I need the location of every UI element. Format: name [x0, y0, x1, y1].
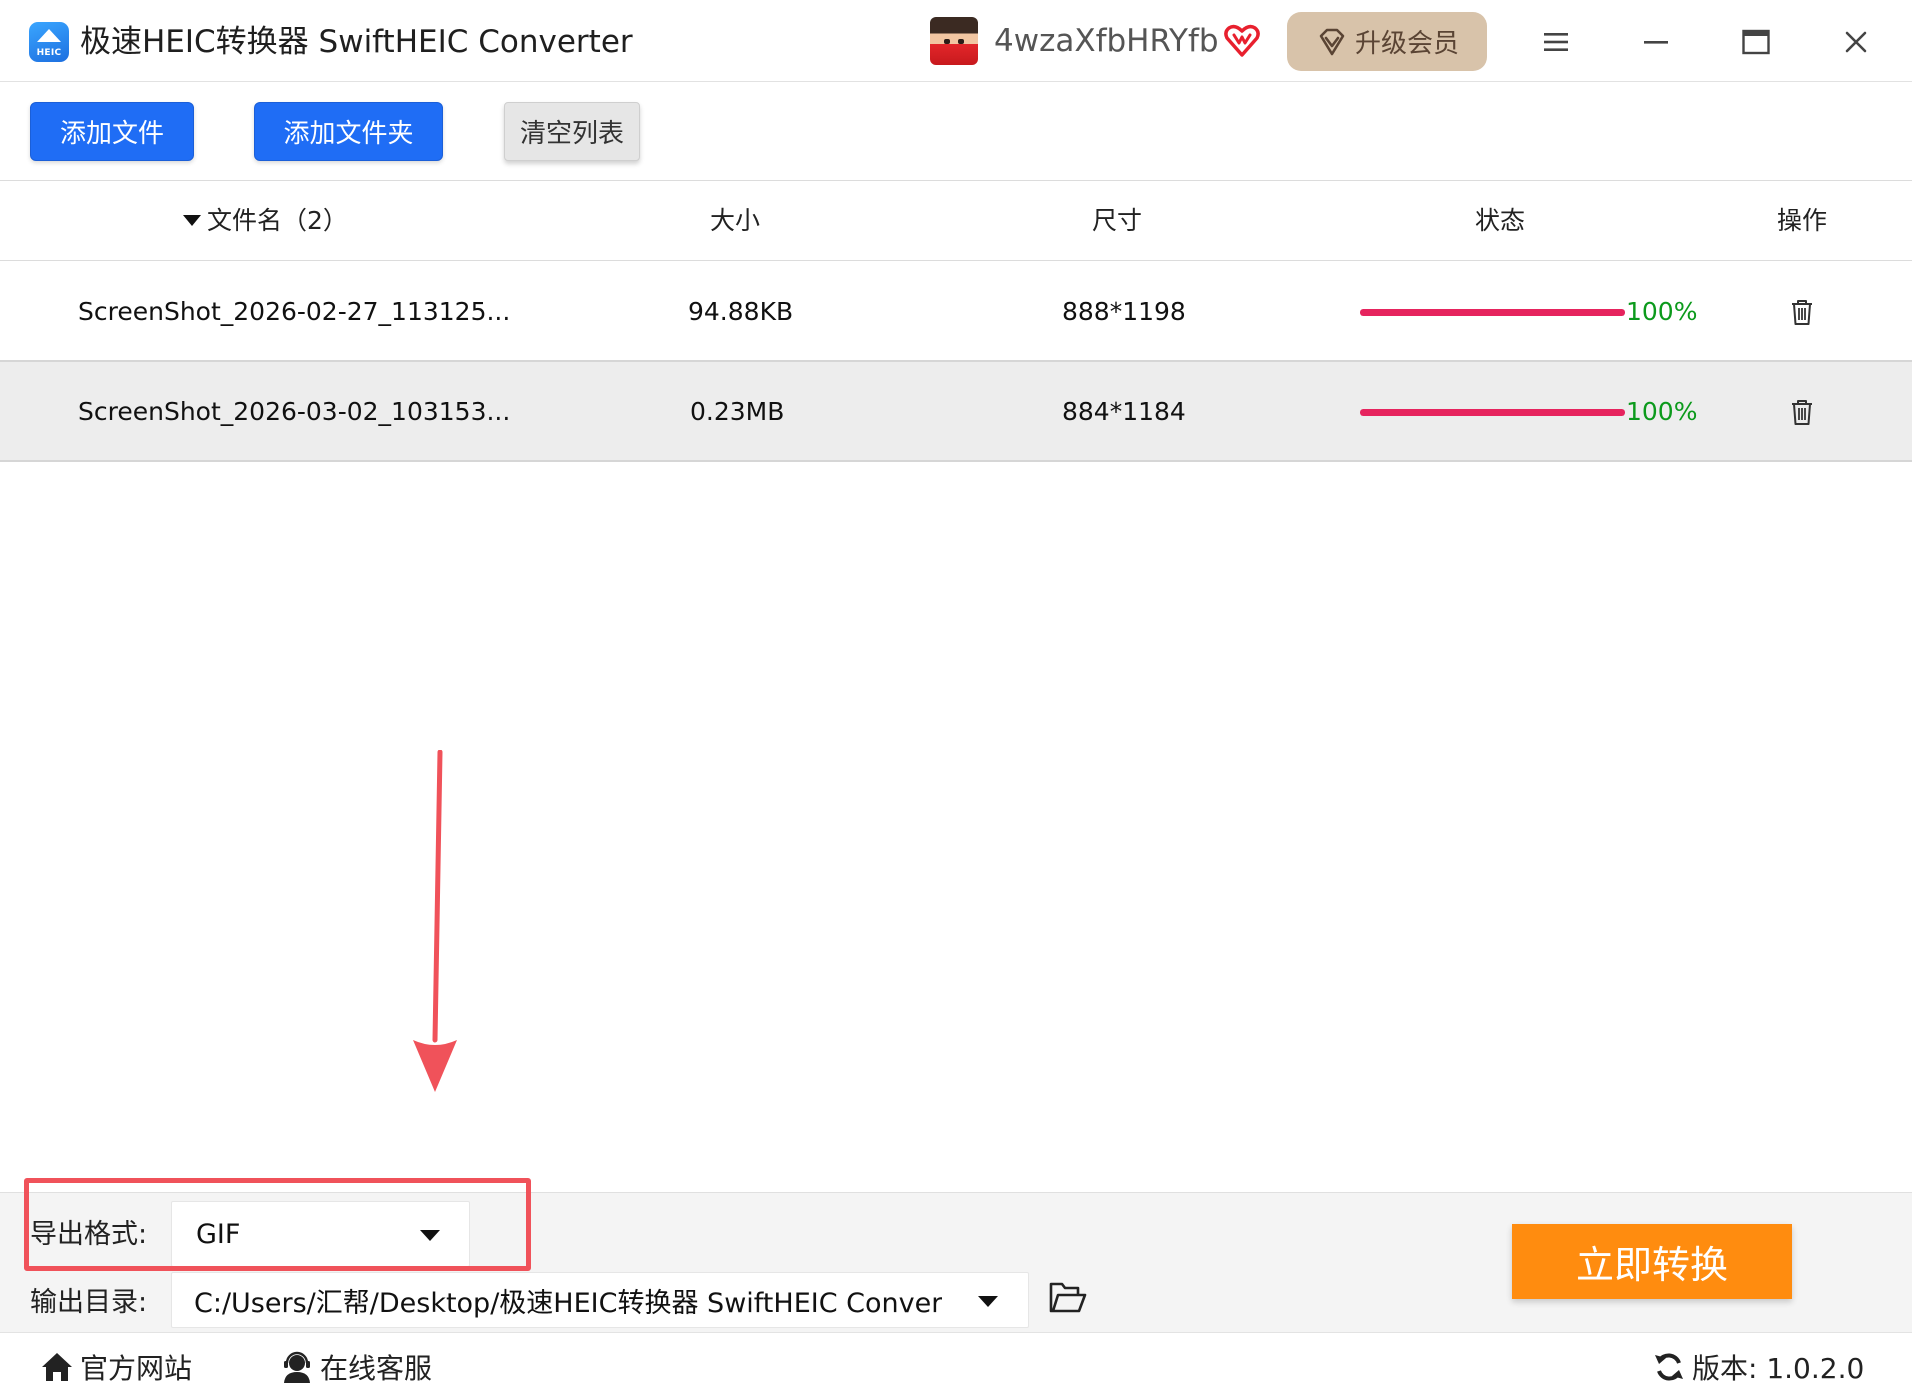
footer-bar: 官方网站 在线客服 版本: 1.0.2.0 — [0, 1332, 1912, 1400]
menu-icon — [1544, 33, 1568, 51]
file-table-header: 文件名（2） 大小 尺寸 状态 操作 — [0, 181, 1912, 261]
progress-fill — [1360, 309, 1625, 316]
status-column-header: 状态 — [1475, 206, 1526, 235]
logo-text: HEIC — [36, 48, 62, 58]
action-column-header: 操作 — [1777, 206, 1828, 235]
home-icon — [42, 1353, 72, 1381]
username[interactable]: 4wzaXfbHRYfb — [994, 20, 1219, 62]
progress-bar — [1360, 409, 1625, 416]
title-bar: HEIC 极速HEIC转换器 SwiftHEIC Converter 4wzaX… — [0, 0, 1912, 82]
heic-logo-icon: HEIC — [29, 22, 69, 62]
online-support-label: 在线客服 — [320, 1352, 433, 1385]
trash-icon[interactable] — [1787, 297, 1817, 327]
clear-list-button[interactable]: 清空列表 — [504, 102, 640, 161]
file-size: 0.23MB — [690, 397, 785, 426]
output-dir-select[interactable]: C:/Users/汇帮/Desktop/极速HEIC转换器 SwiftHEIC … — [171, 1272, 1029, 1328]
chevron-down-icon — [978, 1296, 998, 1307]
output-dir-label: 输出目录: — [30, 1287, 148, 1318]
folder-open-icon[interactable] — [1048, 1280, 1088, 1316]
progress-fill — [1360, 409, 1625, 416]
status-text: 100% — [1626, 297, 1698, 326]
toolbar: 添加文件 添加文件夹 清空列表 — [0, 82, 1912, 181]
trash-icon[interactable] — [1787, 397, 1817, 427]
online-support-link[interactable]: 在线客服 — [280, 1333, 432, 1400]
size-column-header: 大小 — [710, 206, 761, 235]
upgrade-label: 升级会员 — [1354, 29, 1459, 59]
minimize-button[interactable] — [1634, 20, 1678, 64]
version-label: 版本: 1.0.2.0 — [1692, 1352, 1865, 1385]
menu-button[interactable] — [1534, 20, 1578, 64]
official-website-link[interactable]: 官方网站 — [40, 1333, 192, 1400]
status-text: 100% — [1626, 397, 1698, 426]
close-button[interactable] — [1834, 20, 1878, 64]
dimensions-column-header: 尺寸 — [1092, 206, 1143, 235]
table-row[interactable]: ScreenShot_2026-03-02_103153... 0.23MB 8… — [0, 362, 1912, 462]
official-website-label: 官方网站 — [80, 1352, 193, 1385]
progress-bar — [1360, 309, 1625, 316]
support-agent-icon — [284, 1351, 310, 1383]
refresh-icon — [1655, 1353, 1683, 1381]
filename-column-header[interactable]: 文件名（2） — [183, 181, 348, 261]
upgrade-vip-button[interactable]: 升级会员 — [1287, 12, 1487, 71]
minimize-icon — [1644, 41, 1668, 44]
add-folder-button[interactable]: 添加文件夹 — [254, 102, 443, 161]
annotation-highlight-box — [24, 1178, 531, 1271]
vip-heart-icon — [1224, 24, 1260, 57]
output-dir-value: C:/Users/汇帮/Desktop/极速HEIC转换器 SwiftHEIC … — [194, 1287, 943, 1319]
file-dimensions: 884*1184 — [1062, 397, 1186, 426]
maximize-icon — [1742, 29, 1770, 55]
avatar[interactable] — [930, 17, 978, 65]
close-icon — [1845, 31, 1867, 53]
diamond-icon — [1319, 28, 1345, 55]
sort-down-icon — [183, 214, 201, 226]
file-dimensions: 888*1198 — [1062, 297, 1186, 326]
file-name: ScreenShot_2026-02-27_113125... — [78, 297, 511, 326]
file-name: ScreenShot_2026-03-02_103153... — [78, 397, 511, 426]
version-info[interactable]: 版本: 1.0.2.0 — [1652, 1333, 1864, 1400]
convert-now-button[interactable]: 立即转换 — [1512, 1224, 1792, 1299]
app-title: 极速HEIC转换器 SwiftHEIC Converter — [80, 24, 633, 60]
table-row[interactable]: ScreenShot_2026-02-27_113125... 94.88KB … — [0, 262, 1912, 362]
annotation-arrow-icon — [413, 750, 457, 1092]
file-size: 94.88KB — [688, 297, 794, 326]
add-file-button[interactable]: 添加文件 — [30, 102, 194, 161]
maximize-button[interactable] — [1734, 20, 1778, 64]
